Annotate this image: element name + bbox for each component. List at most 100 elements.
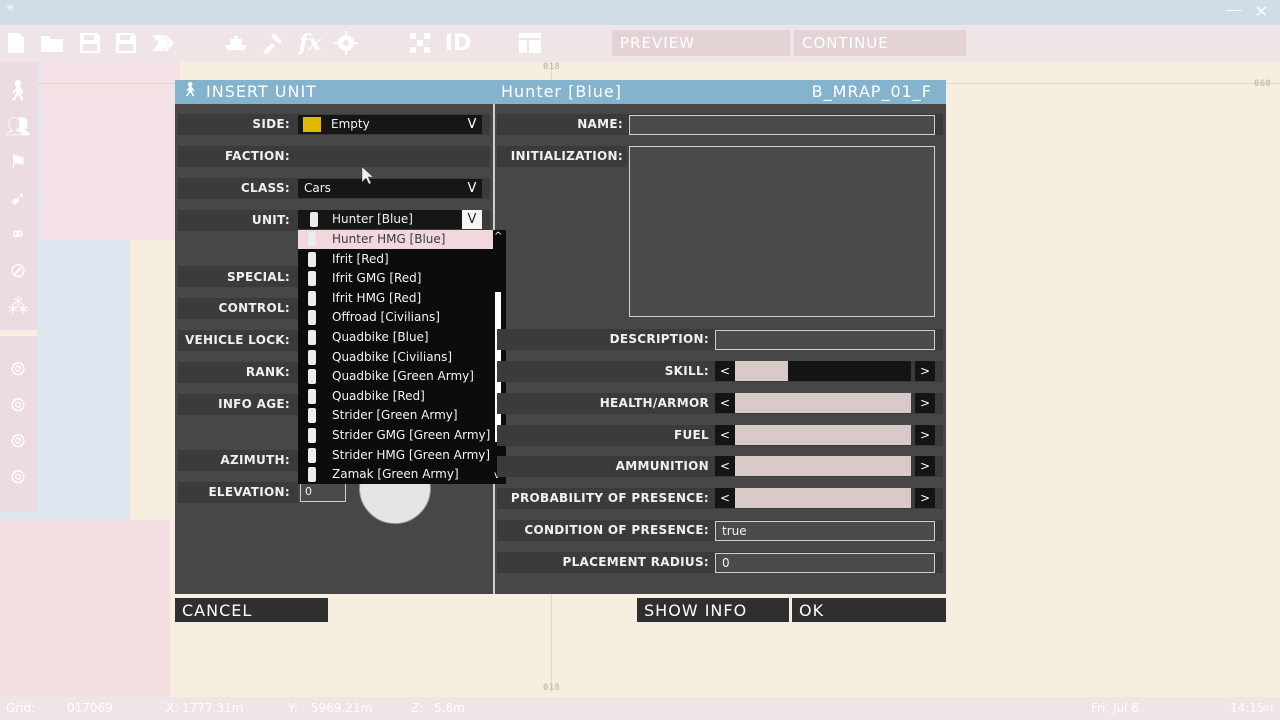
presence-prob-slider[interactable]: < > xyxy=(715,488,935,508)
ammo-label: AMMUNITION xyxy=(615,459,709,473)
dialog-class-name: B_MRAP_01_F xyxy=(811,82,932,101)
editor-toolbar: fx ID PREVIEW CONTINUE xyxy=(0,25,1280,62)
modules-mode-icon[interactable]: ⁂ xyxy=(4,292,32,320)
side-dropdown-arrow[interactable]: V xyxy=(462,115,482,134)
grid-icon[interactable] xyxy=(406,29,434,57)
elevation-input[interactable]: 0 xyxy=(300,483,346,502)
control-label: CONTROL: xyxy=(218,301,290,315)
cancel-button[interactable]: CANCEL xyxy=(175,598,328,622)
map-forest-area xyxy=(40,60,180,240)
presence-prob-decrease-button[interactable]: < xyxy=(715,488,735,508)
class-dropdown-arrow[interactable]: V xyxy=(462,179,482,198)
unit-option[interactable]: Strider GMG [Green Army] xyxy=(298,426,493,445)
z-value: 5.6m xyxy=(434,701,465,715)
side-color-swatch xyxy=(303,117,321,132)
skill-increase-button[interactable]: > xyxy=(915,361,935,381)
layer-1-icon[interactable]: ⊚ xyxy=(4,354,32,382)
class-select[interactable]: Cars V xyxy=(298,179,482,198)
unit-option[interactable]: Hunter HMG [Blue] xyxy=(298,230,493,249)
triggers-mode-icon[interactable]: ⚑ xyxy=(4,148,32,176)
azimuth-label: AZIMUTH: xyxy=(220,453,290,467)
save-icon[interactable] xyxy=(76,29,104,57)
vehicle-icon xyxy=(308,232,316,247)
health-slider[interactable]: < > xyxy=(715,393,935,413)
skill-decrease-button[interactable]: < xyxy=(715,361,735,381)
new-file-icon[interactable] xyxy=(2,29,30,57)
side-select[interactable]: Empty V xyxy=(298,115,482,134)
units-mode-icon[interactable]: 🚶︎ xyxy=(4,76,32,104)
preview-button[interactable]: PREVIEW xyxy=(612,30,790,56)
layer-4-icon[interactable]: ⊚ xyxy=(4,462,32,490)
unit-option[interactable]: Ifrit HMG [Red] xyxy=(298,289,493,308)
time-display: 14:15 xyxy=(1230,701,1265,715)
unit-option[interactable]: Strider HMG [Green Army] xyxy=(298,446,493,465)
grid-value: 017069 xyxy=(67,701,113,715)
unit-option[interactable]: Offroad [Civilians] xyxy=(298,308,493,327)
presence-cond-input[interactable]: true xyxy=(715,521,935,541)
vehicle-mode-icon[interactable] xyxy=(222,29,250,57)
unit-option-label: Strider HMG [Green Army] xyxy=(332,447,491,462)
unit-option-label: Ifrit HMG [Red] xyxy=(332,290,422,305)
vehicle-icon xyxy=(308,271,316,287)
unit-option[interactable]: Quadbike [Red] xyxy=(298,387,493,406)
fuel-decrease-button[interactable]: < xyxy=(715,425,735,445)
markers-mode-icon[interactable]: ⊘ xyxy=(4,256,32,284)
minimize-icon[interactable]: — xyxy=(1226,0,1242,19)
description-input[interactable] xyxy=(715,330,935,350)
dropdown-scroll-up[interactable]: ^ xyxy=(494,231,502,242)
id-toggle-button[interactable]: ID xyxy=(442,29,474,57)
synchronize-mode-icon[interactable]: ⚭ xyxy=(4,220,32,248)
unit-dropdown-arrow[interactable]: V xyxy=(462,210,482,229)
skill-slider[interactable]: < > xyxy=(715,361,935,381)
tools-icon[interactable] xyxy=(258,29,286,57)
vehicle-icon xyxy=(308,467,316,483)
unit-option[interactable]: Strider [Green Army] xyxy=(298,406,493,425)
unit-option[interactable]: Quadbike [Blue] xyxy=(298,328,493,347)
presence-prob-increase-button[interactable]: > xyxy=(915,488,935,508)
init-textarea[interactable] xyxy=(629,146,935,317)
layer-3-icon[interactable]: ⊚ xyxy=(4,426,32,454)
health-increase-button[interactable]: > xyxy=(915,393,935,413)
fuel-slider[interactable]: < > xyxy=(715,425,935,445)
status-bar: Grid: 017069 X: 1777.31m Y: 5969.21m Z: … xyxy=(0,697,1280,720)
groups-mode-icon[interactable]: 👥︎ xyxy=(4,112,32,140)
close-icon[interactable]: ✕ xyxy=(1255,2,1268,21)
save-as-icon[interactable] xyxy=(112,29,140,57)
settings-gear-icon[interactable] xyxy=(332,29,360,57)
waypoints-mode-icon[interactable]: ➹ xyxy=(4,184,32,212)
grid-label: Grid: xyxy=(6,701,36,715)
layout-icon[interactable] xyxy=(516,29,544,57)
ammo-decrease-button[interactable]: < xyxy=(715,456,735,476)
unit-option-label: Quadbike [Civilians] xyxy=(332,349,453,364)
vehicle-icon xyxy=(308,388,316,404)
name-input[interactable] xyxy=(629,115,935,135)
open-folder-icon[interactable] xyxy=(38,29,66,57)
rank-label: RANK: xyxy=(245,365,290,379)
skill-fill xyxy=(735,361,788,381)
unit-option-label: Hunter HMG [Blue] xyxy=(332,232,446,246)
map-grid-label-top: 018 xyxy=(543,62,561,72)
elevation-label: ELEVATION: xyxy=(208,485,290,499)
ammo-slider[interactable]: < > xyxy=(715,456,935,476)
show-info-button[interactable]: SHOW INFO xyxy=(637,598,789,622)
unit-option[interactable]: Ifrit [Red] xyxy=(298,250,493,269)
export-icon[interactable] xyxy=(150,29,178,57)
side-value: Empty xyxy=(331,117,370,131)
unit-option[interactable]: Ifrit GMG [Red] xyxy=(298,269,493,288)
unit-select[interactable]: Hunter [Blue] V xyxy=(298,210,482,229)
ok-button[interactable]: OK xyxy=(792,598,946,622)
fuel-increase-button[interactable]: > xyxy=(915,425,935,445)
layer-2-icon[interactable]: ⊚ xyxy=(4,390,32,418)
health-decrease-button[interactable]: < xyxy=(715,393,735,413)
functions-icon[interactable]: fx xyxy=(296,29,324,57)
health-label: HEALTH/ARMOR xyxy=(599,396,709,410)
placement-input[interactable]: 0 xyxy=(715,553,935,573)
continue-button[interactable]: CONTINUE xyxy=(794,30,966,56)
unit-option[interactable]: Quadbike [Green Army] xyxy=(298,367,493,386)
unit-dropdown-list[interactable]: Hunter HMG [Blue] Ifrit [Red] Ifrit GMG … xyxy=(298,230,506,484)
unit-label: UNIT: xyxy=(251,213,290,227)
ammo-fill xyxy=(735,456,911,476)
unit-option[interactable]: Zamak [Green Army] xyxy=(298,465,493,484)
ammo-increase-button[interactable]: > xyxy=(915,456,935,476)
unit-option[interactable]: Quadbike [Civilians] xyxy=(298,348,493,367)
